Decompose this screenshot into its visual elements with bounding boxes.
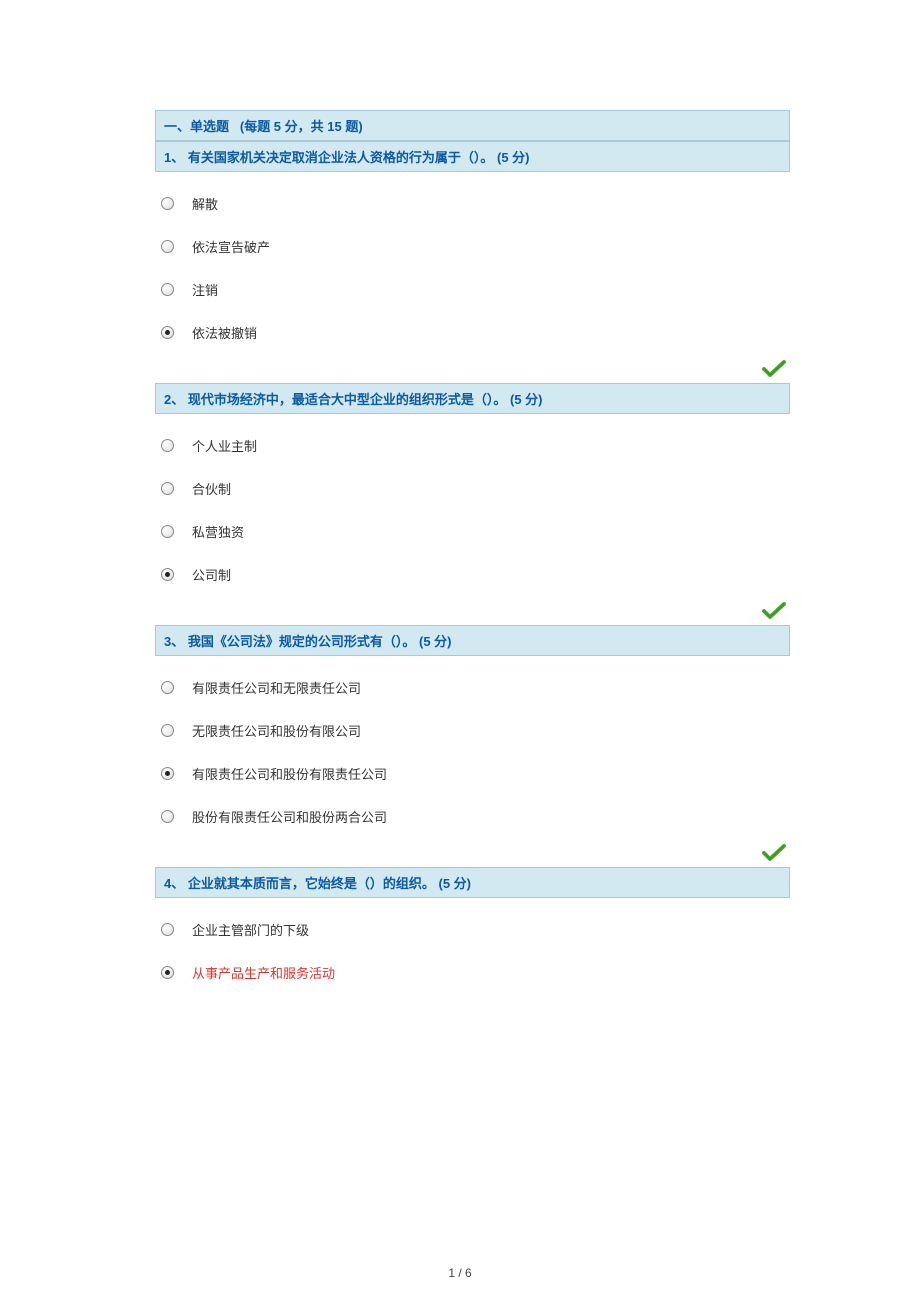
option-row: 从事产品生产和服务活动 xyxy=(155,951,790,994)
section-label-detail: (每题 5 分，共 15 题) xyxy=(240,119,363,134)
option-row: 股份有限责任公司和股份两合公司 xyxy=(155,795,790,838)
option-label: 公司制 xyxy=(192,565,231,584)
question-text: 我国《公司法》规定的公司形式有（）。 xyxy=(188,634,416,649)
content-area: 一、单选题 (每题 5 分，共 15 题) 1、 有关国家机关决定取消企业法人资… xyxy=(155,110,790,994)
option-label: 依法被撤销 xyxy=(192,323,257,342)
option-row: 有限责任公司和无限责任公司 xyxy=(155,666,790,709)
checkmark-icon xyxy=(762,608,786,623)
question-number: 2、 xyxy=(164,392,184,407)
page: 一、单选题 (每题 5 分，共 15 题) 1、 有关国家机关决定取消企业法人资… xyxy=(0,0,920,1302)
radio-button[interactable] xyxy=(161,923,174,936)
option-label: 依法宣告破产 xyxy=(192,237,270,256)
option-label: 从事产品生产和服务活动 xyxy=(192,963,335,982)
question-header: 1、 有关国家机关决定取消企业法人资格的行为属于（）。 (5 分) xyxy=(155,141,790,172)
radio-button[interactable] xyxy=(161,283,174,296)
option-label: 解散 xyxy=(192,194,218,213)
question-header: 4、 企业就其本质而言，它始终是（）的组织。 (5 分) xyxy=(155,867,790,898)
option-row: 解散 xyxy=(155,182,790,225)
radio-button[interactable] xyxy=(161,482,174,495)
option-row: 合伙制 xyxy=(155,467,790,510)
options-list: 解散依法宣告破产注销依法被撤销 xyxy=(155,172,790,354)
section-header: 一、单选题 (每题 5 分，共 15 题) xyxy=(155,110,790,141)
radio-button[interactable] xyxy=(161,326,174,339)
radio-button[interactable] xyxy=(161,240,174,253)
option-label: 无限责任公司和股份有限公司 xyxy=(192,721,361,740)
options-list: 企业主管部门的下级从事产品生产和服务活动 xyxy=(155,898,790,994)
question-score: (5 分) xyxy=(439,876,472,891)
questions-container: 1、 有关国家机关决定取消企业法人资格的行为属于（）。 (5 分)解散依法宣告破… xyxy=(155,141,790,994)
question-text: 现代市场经济中，最适合大中型企业的组织形式是（）。 xyxy=(188,392,507,407)
option-row: 私营独资 xyxy=(155,510,790,553)
option-label: 注销 xyxy=(192,280,218,299)
radio-button[interactable] xyxy=(161,810,174,823)
question-number: 3、 xyxy=(164,634,184,649)
option-label: 有限责任公司和无限责任公司 xyxy=(192,678,361,697)
option-row: 企业主管部门的下级 xyxy=(155,908,790,951)
question-score: (5 分) xyxy=(419,634,452,649)
options-list: 有限责任公司和无限责任公司无限责任公司和股份有限公司有限责任公司和股份有限责任公… xyxy=(155,656,790,838)
option-label: 合伙制 xyxy=(192,479,231,498)
question-header: 3、 我国《公司法》规定的公司形式有（）。 (5 分) xyxy=(155,625,790,656)
question-text: 有关国家机关决定取消企业法人资格的行为属于（）。 xyxy=(188,150,494,165)
radio-button[interactable] xyxy=(161,681,174,694)
option-label: 有限责任公司和股份有限责任公司 xyxy=(192,764,387,783)
radio-button[interactable] xyxy=(161,966,174,979)
option-row: 依法宣告破产 xyxy=(155,225,790,268)
result-row xyxy=(155,354,790,383)
radio-button[interactable] xyxy=(161,197,174,210)
question-score: (5 分) xyxy=(497,150,530,165)
option-row: 有限责任公司和股份有限责任公司 xyxy=(155,752,790,795)
option-row: 个人业主制 xyxy=(155,424,790,467)
radio-button[interactable] xyxy=(161,767,174,780)
option-label: 私营独资 xyxy=(192,522,244,541)
option-label: 个人业主制 xyxy=(192,436,257,455)
radio-button[interactable] xyxy=(161,525,174,538)
option-label: 股份有限责任公司和股份两合公司 xyxy=(192,807,387,826)
options-list: 个人业主制合伙制私营独资公司制 xyxy=(155,414,790,596)
radio-button[interactable] xyxy=(161,439,174,452)
result-row xyxy=(155,838,790,867)
option-row: 注销 xyxy=(155,268,790,311)
question-number: 4、 xyxy=(164,876,184,891)
result-row xyxy=(155,596,790,625)
option-row: 依法被撤销 xyxy=(155,311,790,354)
option-label: 企业主管部门的下级 xyxy=(192,920,309,939)
question-text: 企业就其本质而言，它始终是（）的组织。 xyxy=(188,876,435,891)
radio-button[interactable] xyxy=(161,724,174,737)
checkmark-icon xyxy=(762,850,786,865)
question-number: 1、 xyxy=(164,150,184,165)
radio-button[interactable] xyxy=(161,568,174,581)
page-number: 1 / 6 xyxy=(0,1266,920,1280)
question-score: (5 分) xyxy=(510,392,543,407)
option-row: 无限责任公司和股份有限公司 xyxy=(155,709,790,752)
question-header: 2、 现代市场经济中，最适合大中型企业的组织形式是（）。 (5 分) xyxy=(155,383,790,414)
section-label-prefix: 一、单选题 xyxy=(164,119,229,134)
checkmark-icon xyxy=(762,366,786,381)
option-row: 公司制 xyxy=(155,553,790,596)
